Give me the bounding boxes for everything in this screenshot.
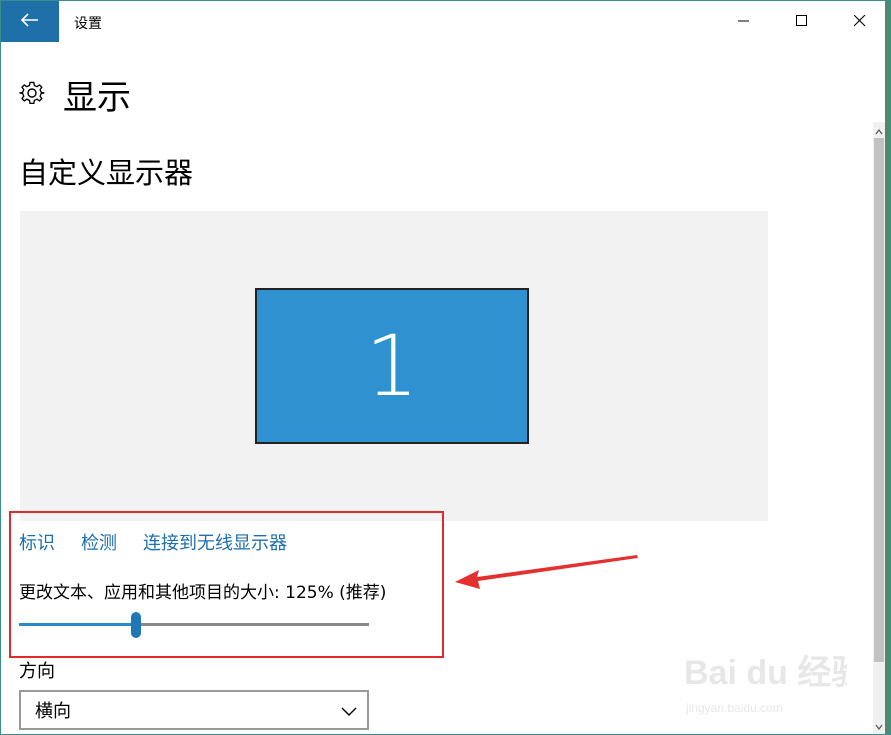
watermark-url: jingyan.baidu.com: [685, 701, 783, 715]
page-title: 显示: [63, 78, 131, 118]
gear-icon: [19, 80, 45, 110]
vertical-scrollbar[interactable]: [873, 122, 885, 735]
connect-wireless-display-link[interactable]: 连接到无线显示器: [143, 529, 287, 555]
identify-link[interactable]: 标识: [19, 529, 55, 555]
maximize-icon: [796, 12, 808, 31]
chevron-down-icon: [875, 715, 883, 734]
display-actions: 标识 检测 连接到无线显示器: [19, 529, 287, 555]
title-bar: 设置: [0, 0, 885, 42]
page-header: 显示: [19, 70, 131, 119]
section-title: 自定义显示器: [19, 156, 194, 190]
slider-fill: [19, 623, 136, 626]
scroll-up-button[interactable]: [873, 122, 885, 136]
maximize-button[interactable]: [773, 0, 831, 42]
display-arrangement-area: 1: [20, 211, 768, 521]
slider-thumb[interactable]: [131, 612, 141, 638]
annotation-arrow-icon: [455, 555, 638, 589]
detect-link[interactable]: 检测: [81, 529, 117, 555]
scroll-down-button[interactable]: [873, 717, 885, 731]
chevron-down-icon: [341, 702, 357, 721]
orientation-label: 方向: [19, 661, 55, 682]
orientation-value: 横向: [35, 701, 71, 722]
chevron-up-icon: [875, 120, 883, 139]
close-icon: [853, 12, 866, 31]
scale-slider[interactable]: [19, 612, 369, 638]
back-button[interactable]: [0, 0, 59, 42]
window-title: 设置: [74, 16, 102, 32]
minimize-icon: [738, 12, 750, 31]
monitor-tile[interactable]: 1: [255, 288, 529, 444]
monitor-number: 1: [365, 317, 419, 415]
scrollbar-thumb[interactable]: [874, 138, 884, 662]
minimize-button[interactable]: [715, 0, 773, 42]
watermark-logo-text: Bai du 经验: [684, 653, 847, 692]
desktop-background-strip: [885, 0, 891, 735]
orientation-dropdown[interactable]: 横向: [19, 690, 369, 730]
close-button[interactable]: [831, 0, 889, 42]
baidu-jingyan-watermark: Bai du 经验 jingyan.baidu.com: [684, 653, 847, 715]
arrow-left-icon: [20, 12, 39, 31]
scale-label: 更改文本、应用和其他项目的大小: 125% (推荐): [19, 583, 387, 603]
